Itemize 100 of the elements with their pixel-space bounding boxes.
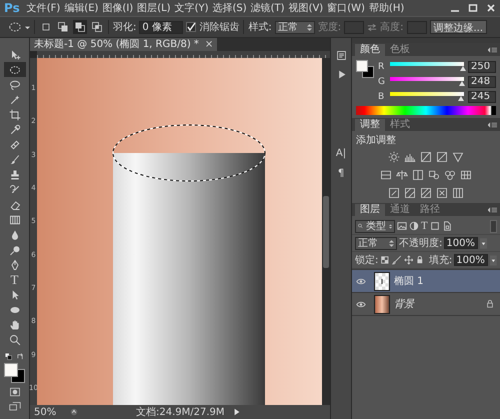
menu-item[interactable]: 文件(F) bbox=[24, 1, 62, 15]
document-tab[interactable]: 未标题-1 @ 50% (椭圆 1, RGB/8) * × bbox=[30, 38, 218, 51]
menu-item[interactable]: 图层(L) bbox=[135, 1, 173, 15]
document-icon[interactable] bbox=[442, 221, 452, 231]
panel-tab[interactable]: 调整 bbox=[355, 119, 385, 131]
move-cross-icon[interactable] bbox=[404, 255, 414, 265]
zoom-icon bbox=[8, 334, 20, 346]
panel-tab[interactable]: 路径 bbox=[415, 204, 445, 216]
caret-icon[interactable] bbox=[25, 24, 30, 30]
character-panel-button[interactable]: A| bbox=[336, 148, 346, 160]
channel-label: B bbox=[378, 92, 386, 102]
marquee-tool-button[interactable] bbox=[4, 62, 26, 77]
lasso-icon bbox=[8, 78, 20, 90]
default-colors-icon[interactable] bbox=[5, 353, 12, 360]
swap-colors-icon[interactable] bbox=[17, 353, 24, 360]
selection-mode-button[interactable] bbox=[56, 20, 70, 34]
lock-label: 锁定: bbox=[355, 254, 378, 267]
layer-filter-dropdown[interactable]: 类型 bbox=[355, 220, 395, 232]
type-filter-button[interactable]: T bbox=[421, 220, 428, 232]
histogram-icon[interactable] bbox=[404, 151, 416, 163]
feather-field[interactable]: 0 像素 bbox=[139, 20, 184, 34]
layer-thumbnail bbox=[374, 294, 390, 314]
half-circle-icon[interactable] bbox=[409, 221, 419, 231]
triangle-icon[interactable] bbox=[452, 151, 464, 163]
panel-menu-icon[interactable] bbox=[488, 206, 497, 212]
opacity-field[interactable]: 100% bbox=[444, 237, 478, 249]
history-icon[interactable] bbox=[336, 50, 346, 61]
lock-icon[interactable] bbox=[415, 255, 425, 265]
hand-icon bbox=[8, 318, 20, 330]
gradient-icon bbox=[8, 214, 20, 226]
color-swatches[interactable] bbox=[356, 60, 374, 78]
tool-preset-icon[interactable] bbox=[8, 20, 22, 34]
menu-item[interactable]: 文字(Y) bbox=[172, 1, 210, 15]
color-spectrum[interactable] bbox=[356, 106, 496, 115]
magic-wand-icon bbox=[8, 94, 20, 106]
caret-icon[interactable] bbox=[480, 238, 488, 248]
dropdown-arrows-icon bbox=[389, 238, 394, 248]
eye-icon[interactable] bbox=[356, 300, 366, 308]
menu-item[interactable]: 滤镜(T) bbox=[248, 1, 287, 15]
panel-tab[interactable]: 样式 bbox=[385, 119, 415, 131]
panel-tab[interactable]: 通道 bbox=[385, 204, 415, 216]
selection-mode-button[interactable] bbox=[73, 20, 87, 34]
screen-mode-icon[interactable] bbox=[8, 401, 20, 413]
scrollbar[interactable] bbox=[323, 196, 329, 268]
tab-close-button[interactable]: × bbox=[204, 38, 214, 51]
menu-item[interactable]: 选择(S) bbox=[210, 1, 249, 15]
panel-tab[interactable]: 色板 bbox=[385, 44, 415, 56]
antialias-checkbox[interactable] bbox=[186, 22, 196, 32]
eye-icon[interactable] bbox=[356, 278, 366, 284]
brush-icon[interactable] bbox=[392, 255, 402, 265]
play-arrow-icon[interactable] bbox=[232, 408, 241, 416]
overlapping-squares-icon bbox=[57, 21, 69, 33]
grid-icon[interactable] bbox=[460, 169, 472, 181]
paragraph-panel-button[interactable]: ¶ bbox=[338, 168, 344, 180]
channel-value-field[interactable]: 245 bbox=[468, 90, 496, 102]
dropdown-arrows-icon bbox=[306, 22, 312, 32]
checker-icon[interactable] bbox=[380, 255, 390, 265]
quick-mask-icon[interactable] bbox=[8, 386, 20, 398]
panel-tab[interactable]: 颜色 bbox=[355, 44, 385, 56]
blend-mode-dropdown[interactable]: 正常 bbox=[355, 236, 397, 250]
maximize-icon[interactable] bbox=[466, 2, 480, 14]
slider-thumb[interactable] bbox=[460, 66, 466, 71]
menu-item[interactable]: 窗口(W) bbox=[325, 1, 367, 15]
zoom-level[interactable]: 50% bbox=[34, 406, 62, 418]
overlapping-squares-icon bbox=[74, 21, 86, 33]
style-dropdown[interactable]: 正常 bbox=[274, 20, 315, 34]
layer-name: 椭圆 1 bbox=[394, 274, 424, 288]
scales-icon[interactable] bbox=[396, 169, 408, 181]
slider-thumb[interactable] bbox=[459, 81, 465, 86]
type-tool-button[interactable]: T bbox=[4, 272, 26, 287]
eyedropper-icon bbox=[8, 124, 20, 136]
panel-menu-icon[interactable] bbox=[488, 46, 497, 52]
menu-item[interactable]: 帮助(H) bbox=[366, 1, 406, 15]
channel-value-field[interactable]: 250 bbox=[468, 60, 496, 72]
circles-icon[interactable] bbox=[444, 169, 456, 181]
selection-mode-button[interactable] bbox=[90, 20, 104, 34]
color-swatches[interactable] bbox=[4, 363, 26, 383]
stamp-icon bbox=[8, 168, 20, 180]
caret-icon[interactable] bbox=[490, 254, 497, 266]
slider-thumb[interactable] bbox=[458, 96, 464, 101]
layer-row[interactable]: 椭圆 1 bbox=[352, 270, 500, 293]
refine-edge-button[interactable]: 调整边缘... bbox=[430, 20, 488, 34]
channel-value-field[interactable]: 248 bbox=[468, 76, 496, 88]
menu-item[interactable]: 编辑(E) bbox=[62, 1, 100, 15]
panel-tab[interactable]: 图层 bbox=[355, 204, 385, 216]
filter-toggle[interactable] bbox=[490, 220, 497, 232]
height-label: 高度: bbox=[380, 20, 404, 34]
panel-menu-icon[interactable] bbox=[488, 122, 497, 128]
image-icon[interactable] bbox=[397, 221, 407, 231]
layer-name: 背景 bbox=[394, 298, 414, 311]
layer-row[interactable]: 背景 bbox=[352, 293, 500, 316]
fill-field[interactable]: 100% bbox=[454, 254, 488, 266]
antialias-label: 消除锯齿 bbox=[199, 20, 240, 34]
eraser-icon bbox=[8, 198, 20, 210]
menu-item[interactable]: 图像(I) bbox=[100, 1, 136, 15]
swap-arrows-icon[interactable] bbox=[367, 22, 378, 32]
square-icon[interactable] bbox=[430, 221, 440, 231]
sun-icon[interactable] bbox=[388, 151, 400, 163]
history-brush-icon bbox=[8, 184, 20, 196]
menu-item[interactable]: 视图(V) bbox=[286, 1, 326, 15]
